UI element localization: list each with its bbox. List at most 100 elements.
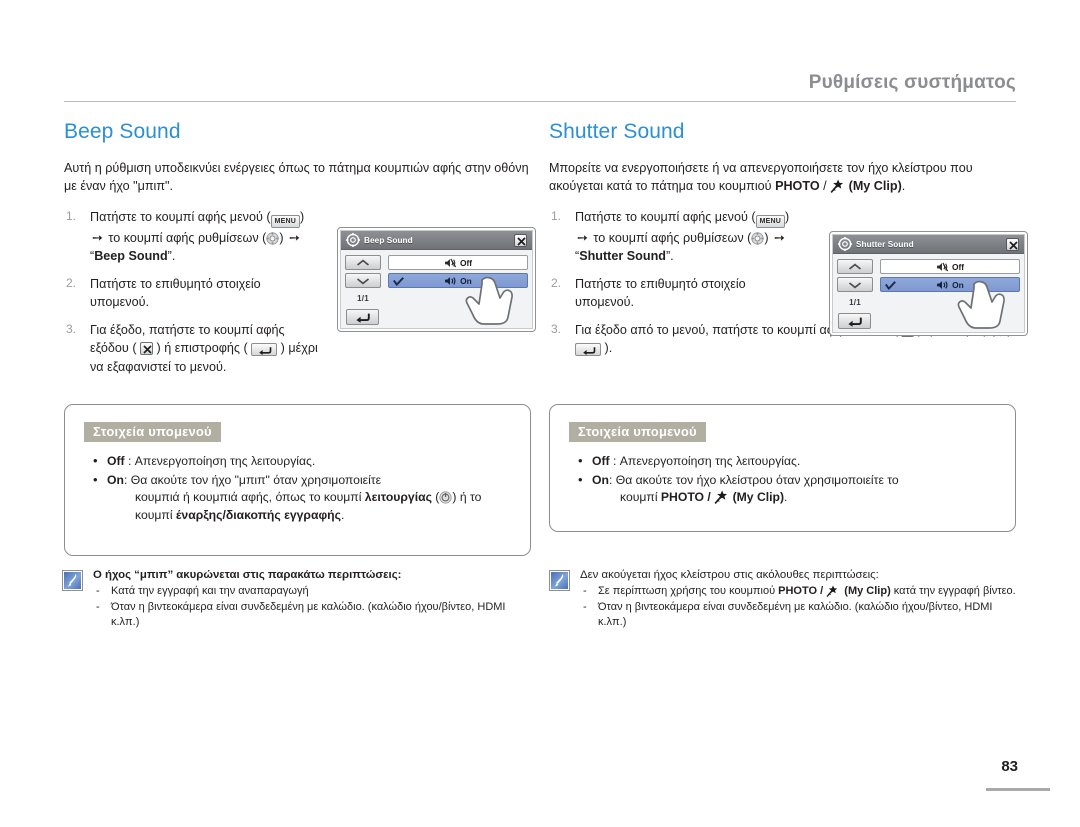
submenu-desc-part: κουμπί	[620, 490, 661, 505]
lcd-row-off[interactable]: Off	[880, 259, 1020, 274]
step-text-part: )	[279, 230, 288, 245]
lcd-row-off[interactable]: Off	[388, 255, 528, 270]
lcd-page-indicator: 1/1	[849, 298, 861, 307]
submenu-term: On	[107, 472, 124, 487]
dash-marker: -	[96, 601, 100, 613]
scroll-down-button[interactable]	[837, 277, 873, 292]
submenu-item-off: • Off : Απενεργοποίηση της λειτουργίας.	[93, 453, 512, 471]
my-clip-icon	[826, 585, 841, 599]
submenu-box-left: Στοιχεία υπομενού • Off : Απενεργοποίηση…	[64, 404, 531, 556]
my-clip-icon	[714, 490, 729, 505]
step-text-part: Πατήστε το κουμπί αφής μενού (	[90, 209, 271, 224]
submenu-desc-cont: κουμπί PHOTO / (My Clip).	[592, 489, 997, 507]
note-item: - Όταν η βιντεοκάμερα είναι συνδεδεμένη μ…	[93, 600, 532, 630]
note-item-text: Κατά την εγγραφή και την αναπαραγωγή	[111, 584, 309, 597]
footer-rule	[986, 788, 1050, 791]
scroll-down-button[interactable]	[345, 273, 381, 288]
gear-icon	[266, 232, 280, 245]
submenu-desc: Απενεργοποίηση της λειτουργίας.	[134, 454, 316, 468]
speaker-mute-icon	[936, 262, 949, 272]
lcd-row-on[interactable]: On	[388, 273, 528, 288]
return-icon[interactable]	[346, 309, 379, 325]
exit-icon	[140, 342, 154, 356]
arrow-right-icon: ➙	[289, 229, 300, 245]
note-emph: PHOTO /	[778, 584, 827, 597]
submenu-sep: :	[608, 472, 616, 487]
lcd-page-indicator: 1/1	[357, 294, 369, 303]
submenu-items-left: • Off : Απενεργοποίηση της λειτουργίας. …	[65, 453, 530, 524]
close-icon[interactable]	[514, 233, 527, 247]
submenu-emph: έναρξης/διακοπής εγγραφής	[175, 507, 341, 522]
submenu-desc: Απενεργοποίηση της λειτουργίας.	[619, 454, 801, 468]
page-title-beep-sound: Beep Sound	[64, 120, 181, 143]
submenu-emph: (My Clip)	[729, 490, 785, 505]
submenu-sep: :	[123, 472, 131, 487]
note-item: - Σε περίπτωση χρήσης του κουμπιού PHOTO …	[580, 584, 1019, 599]
step-text-part: ”.	[665, 249, 674, 264]
step-number: 2.	[66, 275, 77, 290]
note-title: Δεν ακούγεται ήχος κλείστρου στις ακόλου…	[580, 569, 879, 581]
return-icon	[251, 343, 278, 357]
power-icon	[439, 491, 452, 504]
gear-icon	[346, 233, 360, 247]
step-number: 3.	[66, 321, 77, 336]
note-items-right: - Σε περίπτωση χρήσης του κουμπιού PHOTO …	[580, 584, 1019, 631]
bullet-icon: •	[578, 471, 583, 487]
note-content: Δεν ακούγεται ήχος κλείστρου στις ακόλου…	[580, 568, 1019, 630]
note-icon-glyph	[551, 572, 568, 589]
step-text-part: Πατήστε το επιθυμητό στοιχείο υπομενού.	[575, 276, 746, 310]
my-clip-icon	[830, 179, 845, 193]
step-emphasis: Beep Sound	[94, 249, 168, 264]
lcd-row-on[interactable]: On	[880, 277, 1020, 292]
step-item: 2. Πατήστε το επιθυμητό στοιχείο υπομενο…	[549, 275, 807, 312]
scroll-up-button[interactable]	[837, 259, 873, 274]
intro-paragraph-left: Αυτή η ρύθμιση υποδεικνύει ενέργειες όπω…	[64, 161, 529, 193]
step-item: 1. Πατήστε το κουμπί αφής μενού (MENU) ➙…	[549, 208, 807, 266]
note-item: - Όταν η βιντεοκάμερα είναι συνδεδεμένη μ…	[580, 600, 1019, 630]
note-icon	[62, 570, 83, 591]
bullet-icon: •	[93, 471, 98, 487]
submenu-desc-part: .	[340, 507, 345, 522]
lcd-nav-column: 1/1	[837, 259, 873, 329]
submenu-desc: Θα ακούτε τον ήχο κλείστρου όταν χρησιμο…	[615, 472, 899, 487]
lcd-title-bar: Shutter Sound	[833, 235, 1024, 254]
submenu-desc: Θα ακούτε τον ήχο "μπιπ" όταν χρησιμοποι…	[130, 472, 382, 487]
speaker-mute-icon	[444, 258, 457, 268]
submenu-item-on: • On: Θα ακούτε τον ήχο κλείστρου όταν χ…	[578, 472, 997, 507]
submenu-emph: PHOTO /	[660, 490, 715, 505]
return-icon	[575, 343, 601, 357]
dash-marker: -	[583, 601, 587, 613]
arrow-right-icon: ➙	[92, 229, 103, 245]
lcd-body: 1/1 Off On	[833, 254, 1024, 332]
submenu-heading: Στοιχεία υπομενού	[569, 422, 706, 442]
lcd-title-bar: Beep Sound	[341, 231, 532, 250]
note-block-left: Ο ήχος “μπιπ” ακυρώνεται στις παρακάτω π…	[62, 568, 532, 631]
step-text-part: το κουμπί αφής ρυθμίσεων (	[104, 230, 267, 245]
lcd-screen: Beep Sound 1/1 Off On	[340, 230, 533, 329]
note-items-left: - Κατά την εγγραφή και την αναπαραγωγή -Ό…	[93, 584, 532, 631]
step-number: 2.	[551, 275, 562, 290]
note-title: Ο ήχος “μπιπ” ακυρώνεται στις παρακάτω π…	[93, 569, 402, 581]
dash-marker: -	[96, 584, 100, 597]
lcd-screen: Shutter Sound 1/1 Off On	[832, 234, 1025, 333]
close-icon[interactable]	[1006, 237, 1019, 251]
return-icon[interactable]	[838, 313, 871, 329]
note-content: Ο ήχος “μπιπ” ακυρώνεται στις παρακάτω π…	[93, 568, 532, 630]
menu-key-icon: MENU	[755, 214, 785, 228]
bullet-icon: •	[578, 453, 583, 468]
step-text-part: ”.	[167, 249, 176, 264]
scroll-up-button[interactable]	[345, 255, 381, 270]
note-item-part: κατά την εγγραφή βίντεο.	[890, 584, 1016, 597]
lcd-row-label: Off	[951, 261, 965, 272]
page-title-shutter-sound: Shutter Sound	[549, 120, 685, 143]
submenu-desc-part: (	[431, 490, 440, 505]
submenu-item-off: • Off : Απενεργοποίηση της λειτουργίας.	[578, 453, 997, 471]
dash-marker: -	[583, 584, 587, 597]
submenu-emph: λειτουργίας	[364, 490, 432, 505]
speaker-on-icon	[444, 276, 456, 286]
check-icon	[885, 281, 896, 292]
note-block-right: Δεν ακούγεται ήχος κλείστρου στις ακόλου…	[549, 568, 1019, 631]
intro-emph: PHOTO	[775, 178, 820, 193]
note-item: - Κατά την εγγραφή και την αναπαραγωγή	[93, 584, 532, 599]
gear-icon	[838, 237, 852, 251]
